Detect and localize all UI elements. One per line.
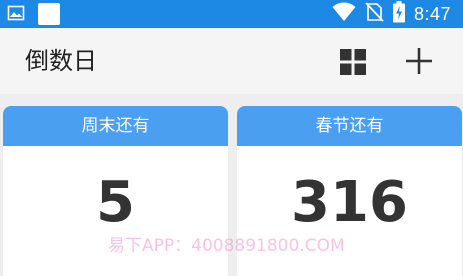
add-icon xyxy=(406,48,432,74)
image-icon xyxy=(7,4,25,26)
grid-view-button[interactable] xyxy=(339,48,367,76)
days-count: 316 xyxy=(291,170,408,235)
notification-icon xyxy=(38,3,60,29)
grid-view-icon xyxy=(340,49,366,75)
wifi-icon xyxy=(332,2,356,26)
add-button[interactable] xyxy=(404,46,434,76)
app-bar: 倒数日 xyxy=(0,28,463,94)
no-sim-icon xyxy=(364,2,384,26)
card-title: 春节还有 xyxy=(237,106,462,146)
status-time: 8:47 xyxy=(413,4,451,24)
status-bar: 8:47 xyxy=(0,0,463,28)
battery-charging-icon xyxy=(392,1,406,27)
watermark: 易下APP：4008891800.COM xyxy=(108,236,345,256)
card-title: 周末还有 xyxy=(3,106,228,146)
status-bar-right: 8:47 xyxy=(332,1,451,27)
page-title: 倒数日 xyxy=(25,47,97,75)
days-count: 5 xyxy=(96,170,135,235)
